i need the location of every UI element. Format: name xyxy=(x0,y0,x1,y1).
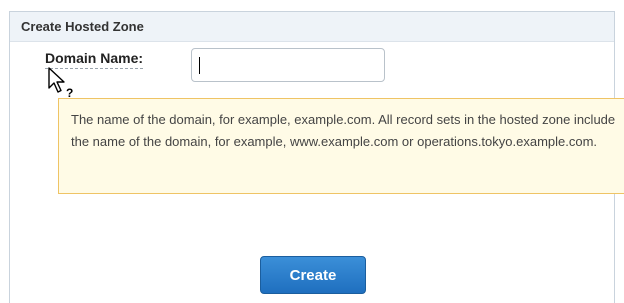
domain-name-input[interactable] xyxy=(191,48,385,82)
text-caret xyxy=(199,57,200,74)
tooltip-text: The name of the domain, for example, exa… xyxy=(71,112,616,149)
panel-title: Create Hosted Zone xyxy=(10,12,614,42)
create-button[interactable]: Create xyxy=(260,256,366,294)
domain-name-tooltip: The name of the domain, for example, exa… xyxy=(58,98,624,194)
